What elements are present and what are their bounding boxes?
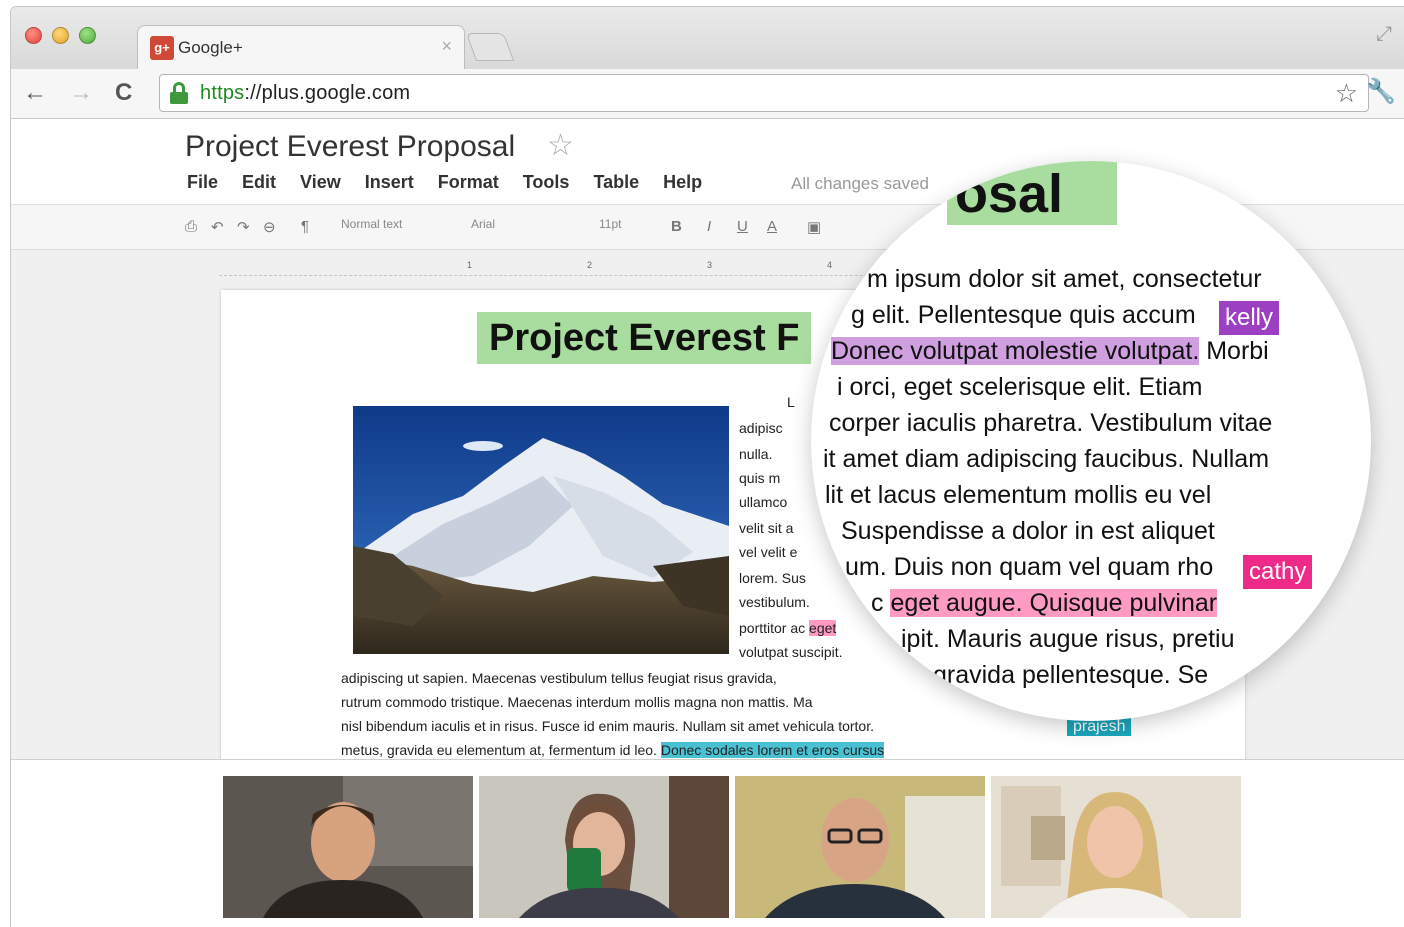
side-fragment: vestibulum. [739,594,810,610]
google-plus-icon: g+ [150,36,174,60]
highlight-icon[interactable]: ▣ [807,218,821,236]
wrench-icon[interactable]: 🔧 [1366,77,1396,106]
fullscreen-icon[interactable]: ⤢ [1376,23,1392,46]
side-fragment: quis m [739,470,781,486]
doc-heading: Project Everest F [477,312,812,364]
doc-title[interactable]: Project Everest Proposal [185,130,515,164]
font-size-select[interactable]: 11pt [599,217,621,231]
menu-tools[interactable]: Tools [523,172,570,193]
video-tile-participant-1[interactable] [223,776,473,918]
tab-close-icon[interactable]: × [441,36,452,57]
bold-icon[interactable]: B [671,218,682,235]
back-button[interactable]: ← [23,79,47,107]
video-tile-participant-4[interactable] [991,776,1241,918]
doc-star-icon[interactable]: ☆ [547,128,574,163]
magnified-line: it amet diam adipiscing faucibus. Nullam [823,445,1270,473]
browser-window: g+ Google+ × ⤢ ← → C https://plus.google… [10,6,1404,927]
magnified-line: g elit. Pellentesque quis accum [851,301,1196,329]
paint-format-icon[interactable]: ¶ [301,218,309,235]
bookmark-star-icon[interactable]: ☆ [1335,78,1358,109]
menu-view[interactable]: View [300,172,341,193]
side-fragment: ullamco [739,494,788,510]
magnified-line: c eget augue. Quisque pulvinar [871,589,1218,617]
kelly-highlight: Donec volutpat molestie volutpat. [831,337,1200,365]
browser-tab[interactable]: g+ Google+ × [137,25,465,69]
cathy-highlight: eget augue. Quisque pulvinar [890,589,1218,617]
underline-icon[interactable]: U [737,218,748,235]
text-color-icon[interactable]: A [767,218,777,235]
magnified-line: lit et lacus elementum mollis eu vel [825,481,1212,509]
zoom-window-button[interactable] [79,27,96,44]
reload-button[interactable]: C [115,79,132,107]
tab-bar: g+ Google+ × ⤢ [11,7,1404,69]
side-fragment: volutpat suscipit. [739,644,843,660]
video-tile-participant-3[interactable] [735,776,985,918]
side-pink-highlight: eget [809,620,837,636]
navigation-bar: ← → C https://plus.google.com ☆ 🔧 [11,69,1404,119]
save-status: All changes saved [791,174,929,193]
side-fragment: adipisc [739,420,783,436]
magnified-line: i orci, eget scelerisque elit. Etiam [837,373,1203,401]
side-fragment: porttitor ac eget [739,620,837,636]
italic-icon[interactable]: I [707,218,711,235]
magnified-line: corper iaculis pharetra. Vestibulum vita… [829,409,1273,437]
menu-edit[interactable]: Edit [242,172,276,193]
body-line: adipiscing ut sapien. Maecenas vestibulu… [341,670,777,686]
magnified-line: ipit. Mauris augue risus, pretiu [901,625,1235,653]
body-line: rutrum commodo tristique. Maecenas inter… [341,694,813,710]
print-icon[interactable]: ⎙ [185,218,197,235]
side-fragment: L [787,394,795,410]
menu-table[interactable]: Table [593,172,639,193]
address-bar[interactable]: https://plus.google.com ☆ [159,74,1369,112]
magnified-line: m ipsum dolor sit amet, consectetur [867,265,1262,293]
video-tile-participant-2[interactable] [479,776,729,918]
side-fragment: vel velit e [739,544,798,560]
undo-icon[interactable]: ↶ [211,218,224,236]
magnified-title: osal [947,161,1117,225]
prajesh-highlight: Donec sodales lorem et eros cursus [660,742,885,758]
close-window-button[interactable] [25,27,42,44]
minimize-window-button[interactable] [52,27,69,44]
lock-icon [170,82,188,104]
magnifier-lens: osal m ipsum dolor sit amet, consectetur… [811,161,1371,721]
side-fragment: velit sit a [739,520,794,536]
menu-insert[interactable]: Insert [365,172,414,193]
collaborator-tag-cathy: cathy [1243,555,1313,589]
forward-button[interactable]: → [69,79,93,107]
tab-title: Google+ [178,38,243,57]
redo-icon[interactable]: ↷ [237,218,250,236]
body-line: nisl bibendum iaculis et in risus. Fusce… [341,718,874,734]
magnified-line: gravida pellentesque. Se [933,661,1209,689]
side-fragment: lorem. Sus [739,570,806,586]
menu-file[interactable]: File [187,172,218,193]
menu-help[interactable]: Help [663,172,702,193]
font-select[interactable]: Arial [471,217,495,231]
magnified-line: um. Duis non quam vel quam rho [845,553,1214,581]
side-fragment: nulla. [739,446,773,462]
collaborator-tag-kelly: kelly [1219,301,1280,335]
hangout-video-strip [11,759,1404,927]
new-tab-button[interactable] [465,33,515,61]
menu-bar: File Edit View Insert Format Tools Table… [187,172,702,193]
magnified-line: Donec volutpat molestie volutpat. Morbi [831,337,1269,365]
everest-photo[interactable] [353,406,729,654]
zoom-icon[interactable]: ⊖ [263,218,276,236]
window-controls [25,27,96,44]
style-select[interactable]: Normal text [341,217,402,231]
menu-format[interactable]: Format [438,172,499,193]
magnified-line: Suspendisse a dolor in est aliquet [841,517,1215,545]
url-text: https://plus.google.com [200,82,411,104]
